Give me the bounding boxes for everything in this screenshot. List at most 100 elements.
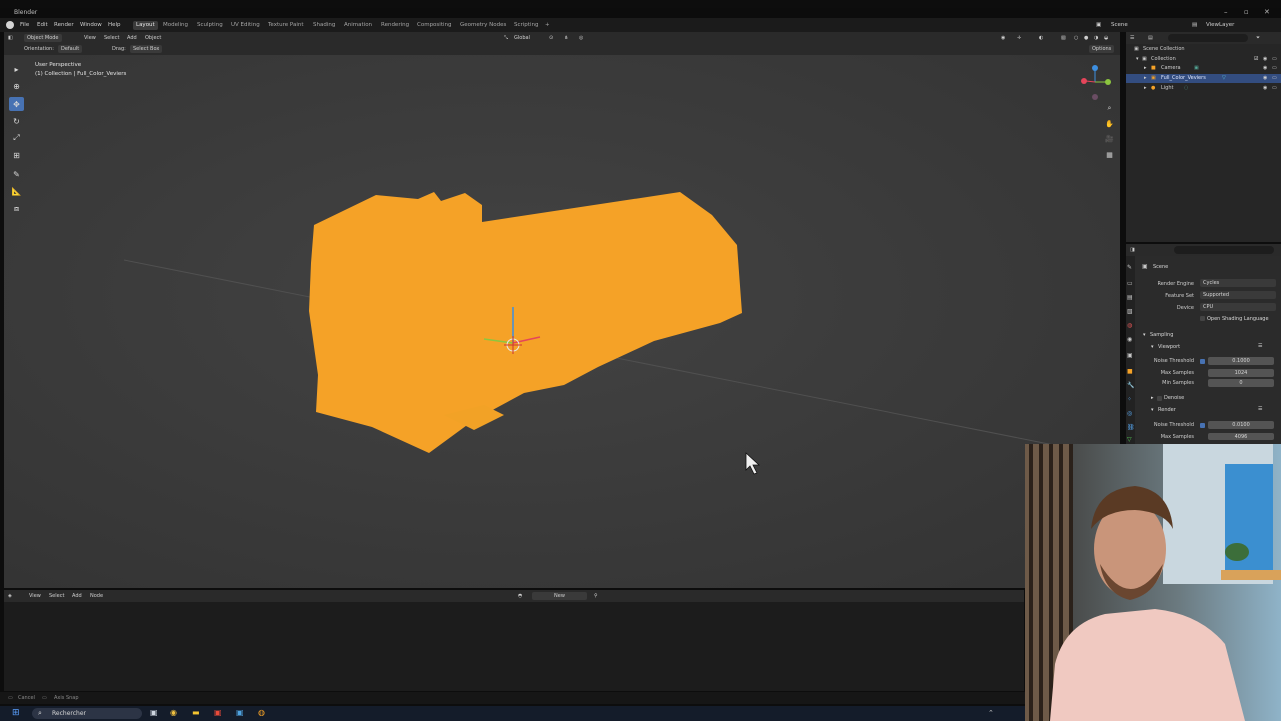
- render-subsection[interactable]: Render: [1158, 407, 1176, 413]
- rotate-tool-icon[interactable]: ↻: [9, 114, 24, 128]
- world-tab-icon[interactable]: ◉: [1127, 336, 1132, 343]
- outliner-item-scene-collection[interactable]: ▣ Scene Collection: [1126, 45, 1281, 54]
- osl-checkbox[interactable]: [1200, 316, 1205, 321]
- tab-layout[interactable]: Layout: [133, 21, 158, 30]
- tab-shading[interactable]: Shading: [310, 21, 338, 30]
- device-dropdown[interactable]: CPU: [1200, 303, 1276, 311]
- 3d-viewport[interactable]: [4, 55, 1120, 588]
- tab-animation[interactable]: Animation: [341, 21, 375, 30]
- blender-taskbar-icon[interactable]: ◍: [258, 708, 265, 717]
- options-button[interactable]: Options: [1089, 45, 1115, 53]
- drag-selector[interactable]: Select Box: [130, 45, 163, 53]
- menu-add[interactable]: Add: [127, 35, 137, 41]
- node-menu-view[interactable]: View: [29, 593, 41, 599]
- menu-object[interactable]: Object: [145, 35, 161, 41]
- node-editor-type-icon[interactable]: ◈: [8, 593, 12, 599]
- menu-edit[interactable]: Edit: [37, 22, 48, 28]
- viewport-min-samples-field[interactable]: 0: [1208, 379, 1274, 387]
- file-explorer-icon[interactable]: ▬: [192, 708, 200, 717]
- pan-hand-icon[interactable]: ✋: [1103, 117, 1116, 130]
- expand-chevron-icon[interactable]: ▸: [1144, 84, 1147, 93]
- outliner-display-mode-icon[interactable]: ▤: [1148, 35, 1153, 41]
- expand-chevron-icon[interactable]: ▸: [1144, 74, 1147, 83]
- orientation-selector[interactable]: Default: [58, 45, 83, 53]
- properties-search-input[interactable]: [1174, 246, 1274, 254]
- node-editor-canvas[interactable]: [4, 602, 1024, 691]
- eye-icon[interactable]: ◉: [1263, 74, 1267, 83]
- camera-view-icon[interactable]: 🎥: [1103, 132, 1116, 145]
- gizmo-toggle-icon[interactable]: ✛: [1017, 35, 1021, 41]
- tab-scripting[interactable]: Scripting: [511, 21, 541, 30]
- transform-orientation-selector[interactable]: Global: [514, 35, 530, 41]
- tool-tab-icon[interactable]: ✎: [1127, 264, 1132, 271]
- section-chevron-icon[interactable]: ▾: [1143, 332, 1146, 338]
- menu-render[interactable]: Render: [54, 22, 74, 28]
- snap-icon[interactable]: ⋔: [564, 35, 568, 41]
- gizmo-neg-x-icon[interactable]: [1092, 94, 1098, 100]
- render-engine-dropdown[interactable]: Cycles: [1200, 279, 1276, 287]
- annotate-tool-icon[interactable]: ✎: [9, 167, 24, 181]
- render-camera-icon[interactable]: ▭: [1272, 55, 1277, 64]
- cursor-tool-icon[interactable]: ⊕: [9, 79, 24, 93]
- scene-tab-icon[interactable]: ◍: [1127, 322, 1132, 329]
- shading-solid-icon[interactable]: ●: [1084, 35, 1088, 41]
- editor-type-icon[interactable]: ◧: [8, 35, 13, 41]
- mode-selector[interactable]: Object Mode: [24, 34, 62, 42]
- tab-geometry-nodes[interactable]: Geometry Nodes: [457, 21, 509, 30]
- ortho-grid-icon[interactable]: ▦: [1103, 148, 1116, 161]
- blender-logo-icon[interactable]: [6, 21, 14, 29]
- outliner-item-light[interactable]: ▸ ● Light ◌ ◉ ▭: [1126, 84, 1281, 93]
- tab-modeling[interactable]: Modeling: [160, 21, 191, 30]
- viewport-max-samples-field[interactable]: 1024: [1208, 369, 1274, 377]
- maximize-icon[interactable]: ▫: [1244, 8, 1249, 16]
- tab-uv-editing[interactable]: UV Editing: [228, 21, 263, 30]
- app-blue-icon[interactable]: ▣: [236, 708, 244, 717]
- denoise-checkbox[interactable]: [1157, 396, 1162, 401]
- tab-texture-paint[interactable]: Texture Paint: [265, 21, 307, 30]
- shading-material-icon[interactable]: ◑: [1094, 35, 1098, 41]
- render-noise-threshold-field[interactable]: 0.0100: [1208, 421, 1274, 429]
- pin-icon[interactable]: ⚲: [594, 593, 598, 599]
- outliner-item-camera[interactable]: ▸ ■ Camera ▣ ◉ ▭: [1126, 64, 1281, 73]
- node-menu-select[interactable]: Select: [49, 593, 64, 599]
- shading-rendered-icon[interactable]: ◒: [1104, 35, 1108, 41]
- menu-file[interactable]: File: [20, 22, 29, 28]
- denoise-subsection[interactable]: Denoise: [1164, 395, 1184, 401]
- move-tool-icon[interactable]: ✥: [9, 97, 24, 111]
- overlay-toggle-icon[interactable]: ◐: [1039, 35, 1043, 41]
- close-icon[interactable]: ✕: [1264, 8, 1270, 16]
- view-layer-selector[interactable]: ViewLayer: [1206, 22, 1234, 28]
- presets-list-icon[interactable]: ☰: [1258, 343, 1262, 349]
- menu-view[interactable]: View: [84, 35, 96, 41]
- chrome-icon[interactable]: ◉: [170, 708, 177, 717]
- menu-window[interactable]: Window: [80, 22, 102, 28]
- xray-toggle-icon[interactable]: ▧: [1061, 35, 1066, 41]
- add-cube-tool-icon[interactable]: ⧈: [9, 202, 24, 216]
- render-noise-threshold-checkbox[interactable]: [1200, 423, 1205, 428]
- eye-icon[interactable]: ◉: [1263, 55, 1267, 64]
- outliner-editor-icon[interactable]: ☰: [1130, 35, 1134, 41]
- outliner-search-input[interactable]: [1168, 34, 1248, 42]
- viewport-noise-threshold-field[interactable]: 0.1000: [1208, 357, 1274, 365]
- section-chevron-icon[interactable]: ▾: [1151, 407, 1154, 413]
- visibility-icon[interactable]: ◉: [1001, 35, 1005, 41]
- outliner-item-full-color-veviers[interactable]: ▸ ▣ Full_Color_Veviers ▽ ◉ ▭: [1126, 74, 1281, 83]
- proportional-edit-icon[interactable]: ◎: [579, 35, 583, 41]
- render-camera-icon[interactable]: ▭: [1272, 64, 1277, 73]
- task-view-icon[interactable]: ▣: [150, 708, 158, 717]
- render-max-samples-field[interactable]: 4096: [1208, 433, 1274, 440]
- tab-compositing[interactable]: Compositing: [414, 21, 454, 30]
- render-camera-icon[interactable]: ▭: [1272, 84, 1277, 93]
- section-chevron-icon[interactable]: ▸: [1151, 395, 1154, 401]
- render-camera-icon[interactable]: ▭: [1272, 74, 1277, 83]
- add-workspace-button[interactable]: +: [542, 21, 553, 30]
- shader-type-icon[interactable]: ◓: [518, 593, 522, 599]
- menu-select[interactable]: Select: [104, 35, 119, 41]
- minimize-icon[interactable]: –: [1224, 8, 1228, 16]
- scale-tool-icon[interactable]: ⤢: [9, 131, 24, 145]
- node-menu-add[interactable]: Add: [72, 593, 82, 599]
- measure-tool-icon[interactable]: 📐: [9, 184, 24, 198]
- eye-icon[interactable]: ◉: [1263, 84, 1267, 93]
- properties-editor-icon[interactable]: ◨: [1130, 247, 1135, 253]
- windows-start-icon[interactable]: ⊞: [12, 708, 20, 718]
